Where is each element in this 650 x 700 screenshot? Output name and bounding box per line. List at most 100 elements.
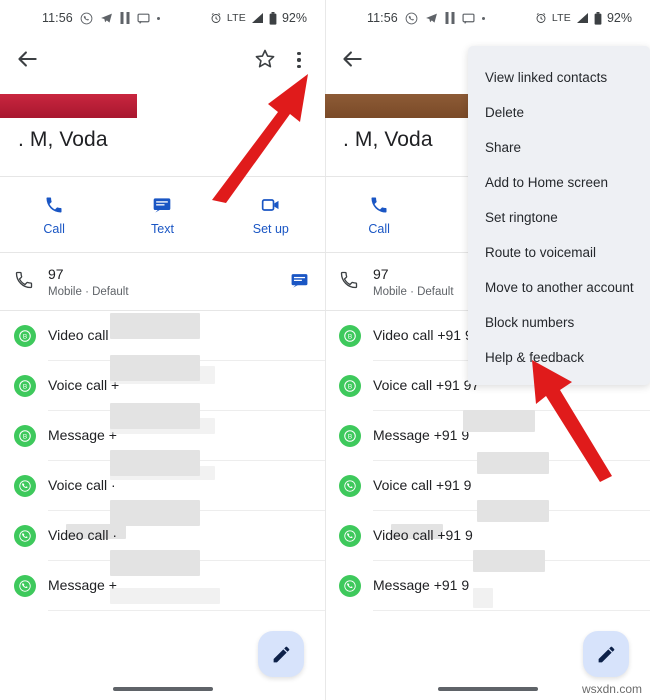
alarm-icon bbox=[535, 12, 547, 24]
row-label: Video call +91 97 bbox=[373, 327, 481, 343]
watermark: wsxdn.com bbox=[581, 682, 642, 696]
pause-icon bbox=[445, 12, 455, 24]
svg-text:B: B bbox=[23, 383, 27, 390]
row-label: Voice call +91 9 bbox=[373, 477, 472, 493]
home-indicator-left[interactable] bbox=[113, 687, 213, 691]
menu-item-block-numbers[interactable]: Block numbers bbox=[468, 305, 650, 340]
phone-icon bbox=[339, 270, 359, 295]
phone-number: 97 bbox=[373, 266, 389, 282]
edit-fab-left[interactable] bbox=[258, 631, 304, 677]
message-icon[interactable] bbox=[290, 271, 309, 295]
signal-icon bbox=[576, 12, 589, 24]
svg-text:B: B bbox=[23, 433, 27, 440]
contact-photo-banner bbox=[0, 94, 325, 118]
row-label: Video call +91 9 bbox=[373, 527, 473, 543]
menu-item-add-to-home-screen[interactable]: Add to Home screen bbox=[468, 165, 650, 200]
svg-text:B: B bbox=[23, 333, 27, 340]
kebab-dot bbox=[297, 51, 301, 56]
message-icon bbox=[462, 12, 475, 25]
redaction-blob bbox=[110, 466, 215, 480]
action-setup[interactable]: Set up bbox=[217, 182, 325, 248]
whatsapp-icon bbox=[339, 525, 361, 547]
screenshot-stage: 11:56 LTE 92% . M, Voda Call Text Set up… bbox=[0, 0, 650, 700]
redaction-blob bbox=[110, 550, 200, 576]
dot-icon bbox=[156, 16, 160, 20]
row-label: Message + bbox=[48, 427, 117, 443]
phone-number-row[interactable]: 97 Mobile · Default bbox=[0, 258, 325, 539]
divider bbox=[0, 176, 325, 177]
row-label: Message +91 9 bbox=[373, 427, 470, 443]
star-icon[interactable] bbox=[253, 47, 279, 73]
action-label: Call bbox=[368, 221, 390, 236]
left-phone-panel: 11:56 LTE 92% . M, Voda Call Text Set up… bbox=[0, 0, 325, 700]
whatsapp-icon bbox=[14, 575, 36, 597]
svg-text:B: B bbox=[348, 333, 352, 340]
edit-fab-right[interactable] bbox=[583, 631, 629, 677]
battery-percent: 92% bbox=[281, 11, 307, 25]
phone-number: 97 bbox=[48, 266, 64, 282]
edit-pencil-icon bbox=[598, 646, 614, 662]
action-label: Text bbox=[151, 221, 174, 236]
whatsapp-business-icon: B bbox=[14, 325, 36, 347]
redaction-blob bbox=[110, 313, 200, 339]
redaction-blob bbox=[110, 500, 200, 526]
whatsapp-icon bbox=[14, 475, 36, 497]
whatsapp-business-icon: B bbox=[14, 425, 36, 447]
whatsapp-business-icon: B bbox=[14, 375, 36, 397]
battery-icon bbox=[594, 11, 602, 25]
action-call[interactable]: Call bbox=[0, 182, 108, 248]
whatsapp-icon bbox=[339, 575, 361, 597]
kebab-dot bbox=[297, 64, 301, 69]
action-text[interactable]: Text bbox=[108, 182, 216, 248]
back-arrow-icon[interactable] bbox=[339, 46, 367, 74]
message-icon bbox=[137, 12, 150, 25]
back-arrow-icon[interactable] bbox=[14, 46, 42, 74]
row-label: Video call · bbox=[48, 527, 118, 543]
phone-icon bbox=[14, 270, 34, 295]
whatsapp-business-icon: B bbox=[339, 375, 361, 397]
alarm-icon bbox=[210, 12, 222, 24]
redaction-blob bbox=[473, 550, 545, 572]
row-label: Message + bbox=[48, 577, 117, 593]
status-time: 11:56 bbox=[367, 11, 398, 25]
home-indicator-right[interactable] bbox=[438, 687, 538, 691]
action-label: Call bbox=[43, 221, 65, 236]
redaction-blob bbox=[110, 418, 215, 434]
redaction-blob bbox=[463, 410, 535, 432]
status-bar-left: 11:56 LTE 92% bbox=[0, 0, 325, 36]
network-type: LTE bbox=[551, 12, 571, 24]
status-bar-left-icons: 11:56 bbox=[367, 11, 485, 25]
overflow-menu-icon[interactable] bbox=[287, 47, 311, 73]
redaction-blob bbox=[477, 452, 549, 474]
menu-item-set-ringtone[interactable]: Set ringtone bbox=[468, 200, 650, 235]
menu-item-view-linked-contacts[interactable]: View linked contacts bbox=[468, 60, 650, 95]
network-type: LTE bbox=[226, 12, 246, 24]
app-bar-left bbox=[0, 40, 325, 88]
phone-subtitle: Mobile · Default bbox=[48, 286, 129, 298]
row-label: Voice call + bbox=[48, 377, 120, 393]
menu-item-delete[interactable]: Delete bbox=[468, 95, 650, 130]
redaction-blob bbox=[473, 588, 493, 608]
battery-percent: 92% bbox=[606, 11, 632, 25]
edit-pencil-icon bbox=[273, 646, 289, 662]
menu-item-route-to-voicemail[interactable]: Route to voicemail bbox=[468, 235, 650, 270]
menu-item-help-and-feedback[interactable]: Help & feedback bbox=[468, 340, 650, 375]
contact-name: . M, Voda bbox=[343, 128, 433, 151]
dot-icon bbox=[481, 16, 485, 20]
kebab-dot bbox=[297, 58, 301, 62]
overflow-menu-popup: View linked contacts Delete Share Add to… bbox=[468, 46, 650, 385]
pause-icon bbox=[120, 12, 130, 24]
whatsapp-business-icon: B bbox=[339, 425, 361, 447]
svg-text:B: B bbox=[348, 383, 352, 390]
phone-subtitle: Mobile · Default bbox=[373, 286, 454, 298]
action-call[interactable]: Call bbox=[325, 182, 433, 248]
divider bbox=[0, 252, 325, 253]
signal-icon bbox=[251, 12, 264, 24]
row-label: Voice call +91 97 bbox=[373, 377, 480, 393]
whatsapp-icon bbox=[14, 525, 36, 547]
whatsapp-icon bbox=[80, 12, 93, 25]
menu-item-move-to-another-account[interactable]: Move to another account bbox=[468, 270, 650, 305]
status-bar-right-icons: LTE 92% bbox=[210, 11, 307, 25]
row-label: Voice call · bbox=[48, 477, 116, 493]
menu-item-share[interactable]: Share bbox=[468, 130, 650, 165]
